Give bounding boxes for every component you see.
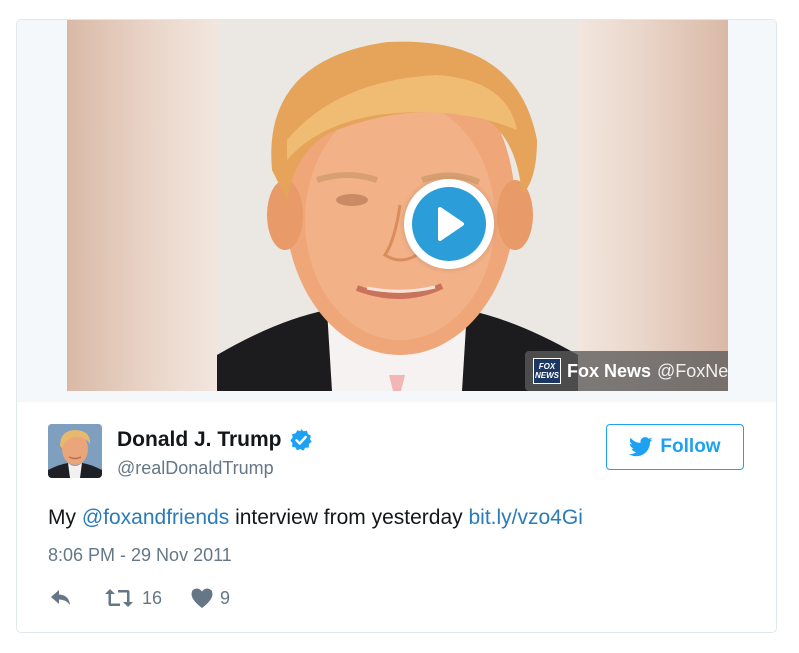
tweet-text: My @foxandfriends interview from yesterd…: [48, 506, 583, 529]
play-icon: [412, 187, 486, 261]
twitter-bird-icon: [629, 437, 654, 457]
follow-label: Follow: [660, 436, 721, 457]
retweet-icon: [105, 589, 133, 607]
video-player[interactable]: FOX NEWS Fox News @FoxNews: [67, 20, 728, 391]
verified-badge-icon: [289, 428, 313, 452]
retweet-count: 16: [142, 587, 163, 608]
tweet-actions: 16 9: [48, 587, 230, 609]
retweet-button[interactable]: 16: [104, 587, 162, 609]
reply-icon: [51, 590, 70, 605]
embedded-tweet-card: FOX NEWS Fox News @FoxNews Donald J. Tru…: [16, 19, 777, 633]
author-handle[interactable]: @realDonaldTrump: [117, 458, 274, 479]
thumbnail-portrait-image: [217, 20, 578, 391]
video-blur-right: [578, 20, 728, 391]
attribution-handle: @FoxNews: [657, 360, 728, 381]
url-link[interactable]: bit.ly/vzo4Gi: [468, 506, 582, 529]
tweet-body: Donald J. Trump @realDonaldTrump Follow …: [17, 402, 776, 632]
media-attribution[interactable]: FOX NEWS Fox News @FoxNews: [525, 351, 728, 391]
fox-news-logo-icon: FOX NEWS: [533, 358, 561, 384]
follow-button[interactable]: Follow: [606, 424, 744, 470]
video-thumbnail: [217, 20, 578, 391]
avatar[interactable]: [48, 424, 102, 478]
attribution-name: Fox News: [567, 360, 652, 381]
reply-button[interactable]: [48, 587, 74, 609]
mention-link[interactable]: @foxandfriends: [82, 506, 229, 529]
author-name[interactable]: Donald J. Trump: [117, 428, 313, 452]
play-button[interactable]: [404, 179, 494, 269]
tweet-media: FOX NEWS Fox News @FoxNews: [17, 20, 776, 402]
tweet-timestamp[interactable]: 8:06 PM - 29 Nov 2011: [48, 545, 232, 566]
like-button[interactable]: 9: [190, 587, 230, 609]
heart-icon: [191, 588, 213, 608]
video-blur-left: [67, 20, 217, 391]
like-count: 9: [220, 587, 231, 608]
